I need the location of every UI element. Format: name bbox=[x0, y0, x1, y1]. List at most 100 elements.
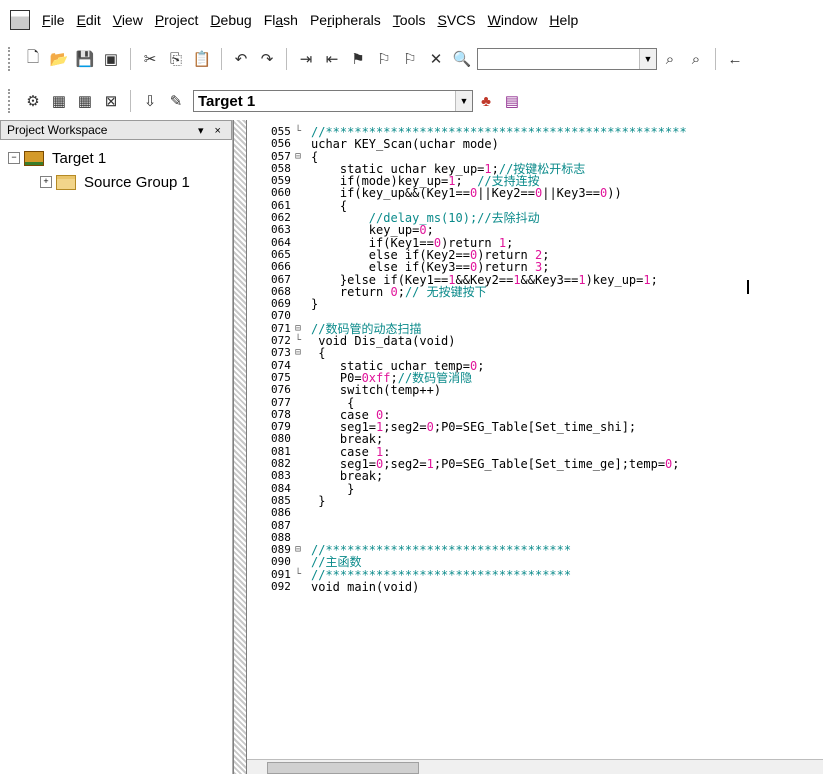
copy-icon[interactable]: ⎘ bbox=[166, 49, 186, 69]
toolbar-separator bbox=[286, 48, 287, 70]
open-folder-icon[interactable]: 📂 bbox=[49, 49, 69, 69]
target-select[interactable]: Target 1 ▼ bbox=[193, 90, 473, 112]
menu-bar: File Edit View Project Debug Flash Peripherals… bbox=[0, 0, 823, 40]
tree-item-label: Source Group 1 bbox=[84, 173, 190, 191]
panel-splitter[interactable] bbox=[233, 120, 246, 774]
rebuild-icon[interactable]: ▦ bbox=[75, 91, 95, 111]
fold-marker-icon[interactable]: ⊟ bbox=[295, 323, 307, 335]
build-toolbar: ⚙ ▦ ▦ ⊠ ⇩ ✎ Target 1 ▼ ♣ ▤ bbox=[0, 84, 823, 118]
app-icon bbox=[10, 10, 30, 30]
menu-item-view[interactable]: View bbox=[107, 12, 149, 28]
target-options-icon[interactable]: ✎ bbox=[166, 91, 186, 111]
find-in-files-icon[interactable]: 🔍 bbox=[452, 49, 472, 69]
line-number: 066 bbox=[271, 260, 291, 274]
line-number: 073 bbox=[271, 346, 291, 360]
download-icon[interactable]: ⇩ bbox=[140, 91, 160, 111]
menu-item-file[interactable]: File bbox=[36, 12, 71, 28]
code-text: break; bbox=[311, 432, 384, 447]
undo-icon[interactable]: ↶ bbox=[231, 49, 251, 69]
translate-icon[interactable]: ⚙ bbox=[23, 91, 43, 111]
save-all-icon[interactable]: ▣ bbox=[101, 49, 121, 69]
tree-item[interactable]: + Source Group 1 bbox=[0, 170, 232, 194]
bookmark-next-icon[interactable]: ⚐ bbox=[400, 49, 420, 69]
toolbar-separator bbox=[221, 48, 222, 70]
expand-icon[interactable]: + bbox=[40, 176, 52, 188]
tree-item[interactable]: − Target 1 bbox=[0, 146, 232, 170]
stop-build-icon[interactable]: ⊠ bbox=[101, 91, 121, 111]
toolbar-grip[interactable] bbox=[8, 47, 14, 71]
tree-item-label: Target 1 bbox=[52, 149, 107, 167]
fold-marker-icon[interactable]: ⊟ bbox=[295, 544, 307, 556]
menu-item-edit[interactable]: Edit bbox=[71, 12, 107, 28]
redo-icon[interactable]: ↷ bbox=[257, 49, 277, 69]
project-tree: − Target 1 + Source Group 1 bbox=[0, 140, 232, 194]
code-text: return 0;// 无按键按下 bbox=[311, 284, 487, 299]
target-icon bbox=[24, 150, 44, 166]
code-editor[interactable]: 055 └//**********************************… bbox=[246, 120, 823, 774]
line-number: 060 bbox=[271, 186, 291, 200]
paste-icon[interactable]: 📋 bbox=[192, 49, 212, 69]
target-select-value[interactable]: Target 1 bbox=[194, 93, 455, 110]
chevron-down-icon[interactable]: ▼ bbox=[639, 49, 656, 69]
horizontal-scrollbar[interactable] bbox=[247, 759, 823, 774]
line-number: 092 bbox=[271, 579, 291, 593]
find-next-icon[interactable]: ⌕ bbox=[686, 49, 706, 69]
collapse-icon[interactable]: − bbox=[8, 152, 20, 164]
fold-marker-icon: └ bbox=[295, 335, 302, 347]
code-text: } bbox=[311, 297, 319, 312]
workspace-controls[interactable]: ▾ × bbox=[198, 124, 225, 137]
code-text: void Dis_data(void) bbox=[311, 334, 456, 349]
project-workspace: Project Workspace ▾ × − Target 1 + Source G… bbox=[0, 120, 233, 774]
menu-item-svcs[interactable]: SVCS bbox=[431, 12, 481, 28]
bookmark-toggle-icon[interactable]: ⚑ bbox=[348, 49, 368, 69]
line-number: 087 bbox=[271, 518, 291, 532]
toolbar-grip[interactable] bbox=[8, 89, 14, 113]
indent-icon[interactable]: ⇥ bbox=[296, 49, 316, 69]
bookmark-prev-icon[interactable]: ⚐ bbox=[374, 49, 394, 69]
folder-icon bbox=[56, 174, 76, 190]
line-number: 080 bbox=[271, 432, 291, 446]
code-text: void main(void) bbox=[311, 579, 420, 594]
line-number: 090 bbox=[271, 555, 291, 569]
fold-marker-icon[interactable]: ⊟ bbox=[295, 151, 307, 163]
save-icon[interactable]: 💾 bbox=[75, 49, 95, 69]
find-combo[interactable]: ▼ bbox=[477, 48, 657, 70]
pack-installer-icon[interactable]: ▤ bbox=[502, 91, 522, 111]
code-text: } bbox=[311, 493, 326, 508]
line-number: 083 bbox=[271, 469, 291, 483]
line-number: 067 bbox=[271, 272, 291, 286]
code-text: uchar KEY_Scan(uchar mode) bbox=[311, 137, 499, 152]
menu-item-flash[interactable]: Flash bbox=[258, 12, 304, 28]
menu-item-peripherals[interactable]: Peripherals bbox=[304, 12, 387, 28]
menu-item-tools[interactable]: Tools bbox=[387, 12, 432, 28]
code-text: key_up=0; bbox=[311, 223, 434, 238]
toolbar-separator bbox=[715, 48, 716, 70]
code-text: { bbox=[311, 395, 355, 410]
line-number: 063 bbox=[271, 223, 291, 237]
menu-items: File Edit View Project Debug Flash Peripherals… bbox=[36, 12, 584, 28]
cut-icon[interactable]: ✂ bbox=[140, 49, 160, 69]
menu-item-help[interactable]: Help bbox=[543, 12, 584, 28]
workspace-title: Project Workspace bbox=[7, 123, 108, 137]
navigate-back-icon[interactable]: ← bbox=[725, 49, 745, 69]
menu-item-debug[interactable]: Debug bbox=[204, 12, 257, 28]
manage-components-icon[interactable]: ♣ bbox=[476, 91, 496, 111]
fold-marker-icon[interactable]: ⊟ bbox=[295, 347, 307, 359]
binoculars-icon[interactable]: ⌕ bbox=[660, 49, 680, 69]
line-number: 077 bbox=[271, 395, 291, 409]
code-text: switch(temp++) bbox=[311, 383, 442, 398]
code-text: break; bbox=[311, 469, 384, 484]
bookmark-clear-icon[interactable]: ✕ bbox=[426, 49, 446, 69]
line-number: 076 bbox=[271, 383, 291, 397]
menu-item-window[interactable]: Window bbox=[482, 12, 544, 28]
menu-item-project[interactable]: Project bbox=[149, 12, 205, 28]
fold-marker-icon: └ bbox=[295, 126, 302, 137]
unindent-icon[interactable]: ⇤ bbox=[322, 49, 342, 69]
new-file-icon[interactable]: 🗋 bbox=[23, 49, 43, 69]
chevron-down-icon[interactable]: ▼ bbox=[455, 91, 472, 111]
code-text: if(key_up&&(Key1==0||Key2==0||Key3==0)) bbox=[311, 186, 622, 201]
build-icon[interactable]: ▦ bbox=[49, 91, 69, 111]
code-text: { bbox=[311, 346, 326, 361]
line-number: 056 bbox=[271, 137, 291, 151]
scrollbar-thumb[interactable] bbox=[267, 762, 419, 774]
